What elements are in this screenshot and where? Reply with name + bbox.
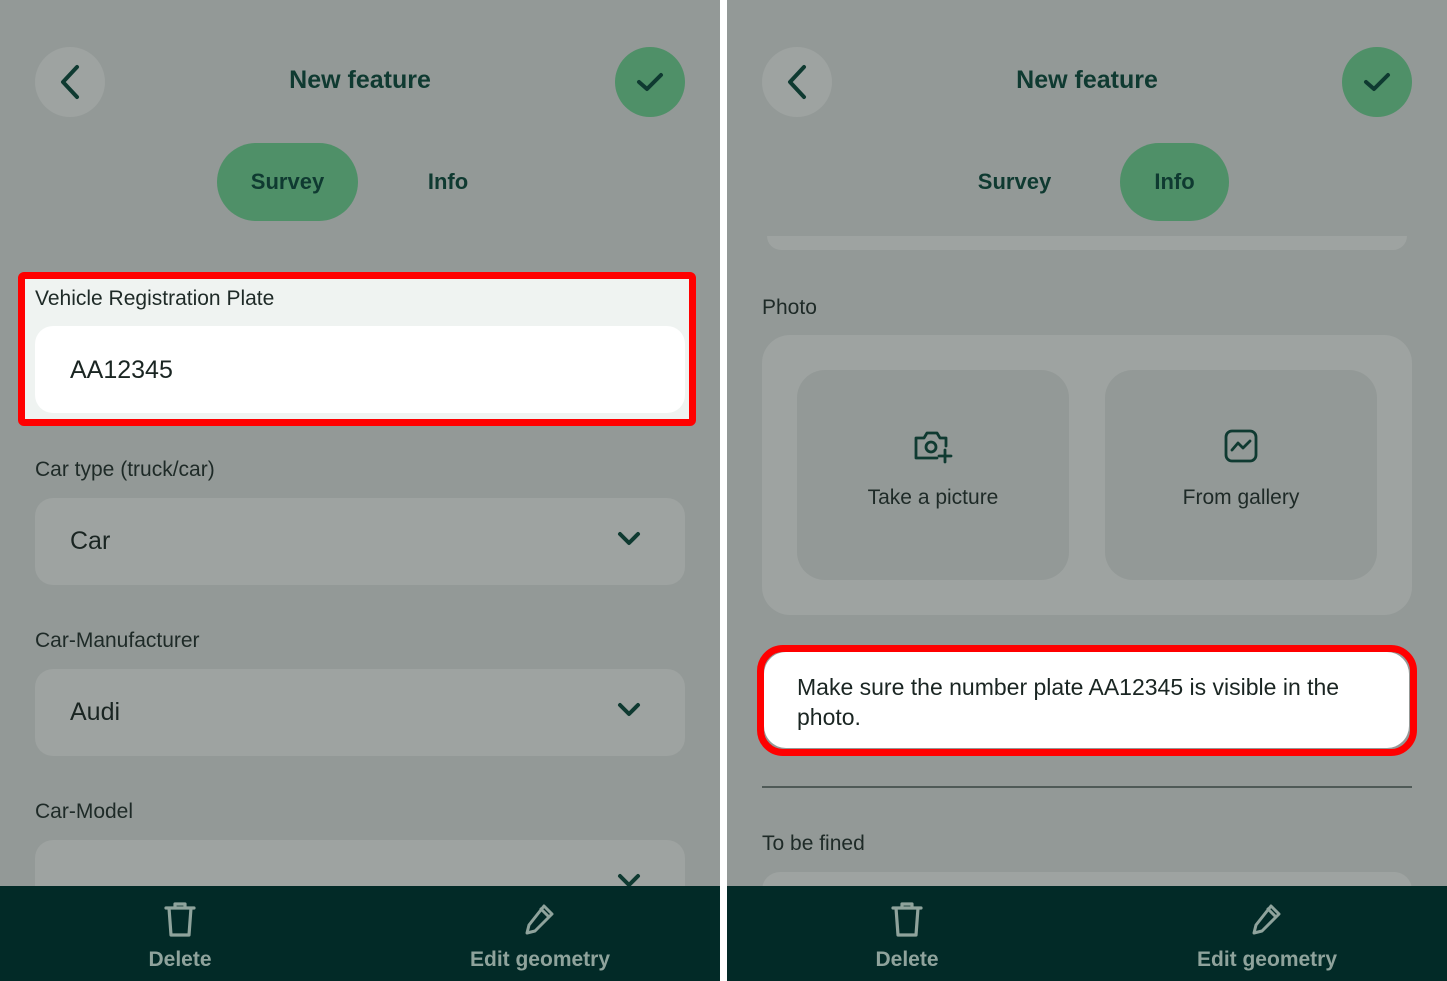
camera-plus-icon: [914, 431, 953, 464]
info-screen: New feature Survey Info Photo Take a pic…: [727, 0, 1447, 981]
edit-geometry-button[interactable]: Edit geometry: [1167, 886, 1367, 981]
edit-geometry-button[interactable]: Edit geometry: [440, 886, 640, 981]
page-title: New feature: [1016, 66, 1158, 94]
tab-survey[interactable]: Survey: [217, 143, 358, 221]
scrolled-card-edge: [767, 236, 1407, 250]
chevron-down-icon: [618, 703, 640, 716]
take-picture-label: Take a picture: [867, 486, 999, 509]
tab-survey[interactable]: Survey: [947, 143, 1082, 221]
gallery-icon: [1224, 429, 1258, 463]
tab-info[interactable]: Info: [378, 143, 518, 221]
car-manufacturer-value: Audi: [70, 698, 121, 726]
check-icon: [1364, 73, 1390, 91]
car-type-value: Car: [70, 527, 111, 555]
highlight-frame: [757, 645, 1417, 756]
survey-screen: New feature Survey Info Vehicle Registra…: [0, 0, 720, 981]
save-button[interactable]: [615, 47, 685, 117]
car-manufacturer-select[interactable]: Audi: [35, 669, 685, 756]
delete-label: Delete: [148, 948, 212, 971]
car-type-select[interactable]: Car: [35, 498, 685, 585]
from-gallery-button[interactable]: From gallery: [1105, 370, 1377, 580]
chevron-down-icon: [618, 532, 640, 545]
photo-label: Photo: [762, 296, 817, 319]
tab-info[interactable]: Info: [1120, 143, 1229, 221]
from-gallery-label: From gallery: [1182, 486, 1300, 509]
car-type-label: Car type (truck/car): [35, 458, 215, 481]
take-picture-button[interactable]: Take a picture: [797, 370, 1069, 580]
page-title: New feature: [289, 66, 431, 94]
trash-icon: [164, 902, 196, 937]
car-manufacturer-label: Car-Manufacturer: [35, 629, 200, 652]
trash-icon: [891, 902, 923, 937]
photo-picker: Take a picture From gallery: [762, 335, 1412, 615]
to-be-fined-label: To be fined: [762, 832, 865, 855]
bottom-action-bar: Delete Edit geometry: [0, 886, 720, 981]
delete-button[interactable]: Delete: [817, 886, 997, 981]
bottom-action-bar: Delete Edit geometry: [727, 886, 1447, 981]
save-button[interactable]: [1342, 47, 1412, 117]
pencil-icon: [1252, 904, 1281, 935]
car-model-label: Car-Model: [35, 800, 134, 823]
delete-label: Delete: [875, 948, 939, 971]
highlight-frame: [18, 272, 696, 426]
edit-geometry-label: Edit geometry: [1196, 948, 1338, 971]
check-icon: [637, 73, 663, 91]
edit-geometry-label: Edit geometry: [469, 948, 611, 971]
divider: [762, 786, 1412, 788]
pencil-icon: [525, 904, 554, 935]
delete-button[interactable]: Delete: [90, 886, 270, 981]
